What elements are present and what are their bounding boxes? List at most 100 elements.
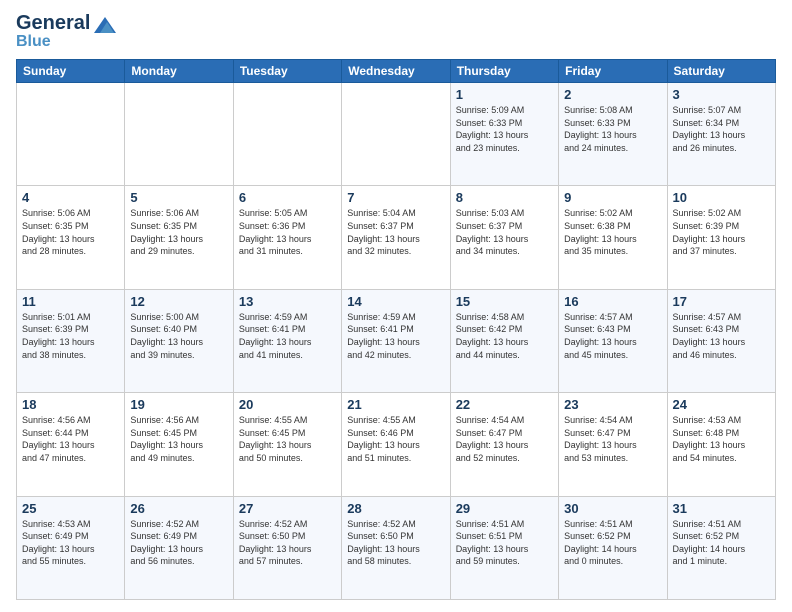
cell-info: Sunrise: 5:02 AM Sunset: 6:38 PM Dayligh… <box>564 207 661 257</box>
calendar-cell: 7Sunrise: 5:04 AM Sunset: 6:37 PM Daylig… <box>342 186 450 289</box>
calendar-cell: 20Sunrise: 4:55 AM Sunset: 6:45 PM Dayli… <box>233 393 341 496</box>
calendar-cell: 2Sunrise: 5:08 AM Sunset: 6:33 PM Daylig… <box>559 83 667 186</box>
day-number: 18 <box>22 397 119 412</box>
cell-info: Sunrise: 5:06 AM Sunset: 6:35 PM Dayligh… <box>22 207 119 257</box>
col-sunday: Sunday <box>17 60 125 83</box>
day-number: 6 <box>239 190 336 205</box>
day-number: 1 <box>456 87 553 102</box>
cell-info: Sunrise: 4:59 AM Sunset: 6:41 PM Dayligh… <box>239 311 336 361</box>
cell-info: Sunrise: 4:57 AM Sunset: 6:43 PM Dayligh… <box>673 311 770 361</box>
cell-info: Sunrise: 4:56 AM Sunset: 6:44 PM Dayligh… <box>22 414 119 464</box>
logo: General Blue <box>16 12 116 51</box>
calendar-cell <box>17 83 125 186</box>
day-number: 23 <box>564 397 661 412</box>
cell-info: Sunrise: 5:06 AM Sunset: 6:35 PM Dayligh… <box>130 207 227 257</box>
cell-info: Sunrise: 4:51 AM Sunset: 6:51 PM Dayligh… <box>456 518 553 568</box>
day-number: 28 <box>347 501 444 516</box>
day-number: 25 <box>22 501 119 516</box>
day-number: 14 <box>347 294 444 309</box>
day-number: 29 <box>456 501 553 516</box>
day-number: 20 <box>239 397 336 412</box>
col-monday: Monday <box>125 60 233 83</box>
calendar-cell: 12 Sunrise: 5:00 AM Sunset: 6:40 PM Dayli… <box>125 289 233 392</box>
logo-icon <box>94 17 116 33</box>
calendar-table: Sunday Monday Tuesday Wednesday Thursday… <box>16 59 776 600</box>
calendar-cell: 16Sunrise: 4:57 AM Sunset: 6:43 PM Dayli… <box>559 289 667 392</box>
day-number: 16 <box>564 294 661 309</box>
calendar-cell <box>342 83 450 186</box>
cell-info: Sunrise: 4:54 AM Sunset: 6:47 PM Dayligh… <box>456 414 553 464</box>
calendar-cell: 30 Sunrise: 4:51 AM Sunset: 6:52 PM Dayli… <box>559 496 667 599</box>
day-number: 3 <box>673 87 770 102</box>
calendar-cell: 19 Sunrise: 4:56 AM Sunset: 6:45 PM Dayli… <box>125 393 233 496</box>
day-number: 24 <box>673 397 770 412</box>
calendar-cell: 22 Sunrise: 4:54 AM Sunset: 6:47 PM Dayli… <box>450 393 558 496</box>
cell-info: Sunrise: 5:04 AM Sunset: 6:37 PM Dayligh… <box>347 207 444 257</box>
cell-info: Sunrise: 4:52 AM Sunset: 6:50 PM Dayligh… <box>239 518 336 568</box>
cell-info: Sunrise: 4:51 AM Sunset: 6:52 PM Dayligh… <box>564 518 661 568</box>
day-number: 21 <box>347 397 444 412</box>
cell-info: Sunrise: 4:52 AM Sunset: 6:50 PM Dayligh… <box>347 518 444 568</box>
day-number: 26 <box>130 501 227 516</box>
cell-info: Sunrise: 4:59 AM Sunset: 6:41 PM Dayligh… <box>347 311 444 361</box>
day-number: 10 <box>673 190 770 205</box>
cell-info: Sunrise: 4:52 AM Sunset: 6:49 PM Dayligh… <box>130 518 227 568</box>
col-friday: Friday <box>559 60 667 83</box>
day-number: 5 <box>130 190 227 205</box>
calendar-cell: 11Sunrise: 5:01 AM Sunset: 6:39 PM Dayli… <box>17 289 125 392</box>
calendar-cell: 29 Sunrise: 4:51 AM Sunset: 6:51 PM Dayli… <box>450 496 558 599</box>
cell-info: Sunrise: 5:01 AM Sunset: 6:39 PM Dayligh… <box>22 311 119 361</box>
cell-info: Sunrise: 4:58 AM Sunset: 6:42 PM Dayligh… <box>456 311 553 361</box>
calendar-week-4: 18 Sunrise: 4:56 AM Sunset: 6:44 PM Dayli… <box>17 393 776 496</box>
day-number: 30 <box>564 501 661 516</box>
header: General Blue <box>16 12 776 51</box>
calendar-cell: 15 Sunrise: 4:58 AM Sunset: 6:42 PM Dayli… <box>450 289 558 392</box>
day-number: 22 <box>456 397 553 412</box>
calendar-cell: 9Sunrise: 5:02 AM Sunset: 6:38 PM Daylig… <box>559 186 667 289</box>
calendar-week-2: 4 Sunrise: 5:06 AM Sunset: 6:35 PM Daylig… <box>17 186 776 289</box>
calendar-cell: 3 Sunrise: 5:07 AM Sunset: 6:34 PM Daylig… <box>667 83 775 186</box>
day-number: 12 <box>130 294 227 309</box>
cell-info: Sunrise: 5:02 AM Sunset: 6:39 PM Dayligh… <box>673 207 770 257</box>
cell-info: Sunrise: 4:53 AM Sunset: 6:49 PM Dayligh… <box>22 518 119 568</box>
calendar-cell: 23 Sunrise: 4:54 AM Sunset: 6:47 PM Dayli… <box>559 393 667 496</box>
cell-info: Sunrise: 5:09 AM Sunset: 6:33 PM Dayligh… <box>456 104 553 154</box>
day-number: 13 <box>239 294 336 309</box>
calendar-cell: 31 Sunrise: 4:51 AM Sunset: 6:52 PM Dayli… <box>667 496 775 599</box>
day-number: 27 <box>239 501 336 516</box>
col-saturday: Saturday <box>667 60 775 83</box>
calendar-cell: 27 Sunrise: 4:52 AM Sunset: 6:50 PM Dayli… <box>233 496 341 599</box>
day-number: 4 <box>22 190 119 205</box>
cell-info: Sunrise: 5:00 AM Sunset: 6:40 PM Dayligh… <box>130 311 227 361</box>
day-number: 31 <box>673 501 770 516</box>
cell-info: Sunrise: 4:56 AM Sunset: 6:45 PM Dayligh… <box>130 414 227 464</box>
col-tuesday: Tuesday <box>233 60 341 83</box>
col-wednesday: Wednesday <box>342 60 450 83</box>
day-number: 15 <box>456 294 553 309</box>
calendar-cell: 1 Sunrise: 5:09 AM Sunset: 6:33 PM Daylig… <box>450 83 558 186</box>
day-number: 19 <box>130 397 227 412</box>
col-thursday: Thursday <box>450 60 558 83</box>
calendar-week-3: 11Sunrise: 5:01 AM Sunset: 6:39 PM Dayli… <box>17 289 776 392</box>
calendar-cell: 18 Sunrise: 4:56 AM Sunset: 6:44 PM Dayli… <box>17 393 125 496</box>
calendar-cell: 8Sunrise: 5:03 AM Sunset: 6:37 PM Daylig… <box>450 186 558 289</box>
calendar-cell: 14 Sunrise: 4:59 AM Sunset: 6:41 PM Dayli… <box>342 289 450 392</box>
cell-info: Sunrise: 4:51 AM Sunset: 6:52 PM Dayligh… <box>673 518 770 568</box>
calendar-cell: 13 Sunrise: 4:59 AM Sunset: 6:41 PM Dayli… <box>233 289 341 392</box>
calendar-cell: 24 Sunrise: 4:53 AM Sunset: 6:48 PM Dayli… <box>667 393 775 496</box>
calendar-cell: 17 Sunrise: 4:57 AM Sunset: 6:43 PM Dayli… <box>667 289 775 392</box>
calendar-cell: 5 Sunrise: 5:06 AM Sunset: 6:35 PM Daylig… <box>125 186 233 289</box>
calendar-cell: 10 Sunrise: 5:02 AM Sunset: 6:39 PM Dayli… <box>667 186 775 289</box>
calendar-cell: 4 Sunrise: 5:06 AM Sunset: 6:35 PM Daylig… <box>17 186 125 289</box>
calendar-cell: 26 Sunrise: 4:52 AM Sunset: 6:49 PM Dayli… <box>125 496 233 599</box>
calendar-cell: 28 Sunrise: 4:52 AM Sunset: 6:50 PM Dayli… <box>342 496 450 599</box>
calendar-week-5: 25 Sunrise: 4:53 AM Sunset: 6:49 PM Dayli… <box>17 496 776 599</box>
cell-info: Sunrise: 4:53 AM Sunset: 6:48 PM Dayligh… <box>673 414 770 464</box>
day-number: 17 <box>673 294 770 309</box>
calendar-week-1: 1 Sunrise: 5:09 AM Sunset: 6:33 PM Daylig… <box>17 83 776 186</box>
calendar-cell <box>125 83 233 186</box>
header-row: Sunday Monday Tuesday Wednesday Thursday… <box>17 60 776 83</box>
page: General Blue Sunday Monday Tuesday Wedne… <box>0 0 792 612</box>
cell-info: Sunrise: 4:54 AM Sunset: 6:47 PM Dayligh… <box>564 414 661 464</box>
cell-info: Sunrise: 5:07 AM Sunset: 6:34 PM Dayligh… <box>673 104 770 154</box>
